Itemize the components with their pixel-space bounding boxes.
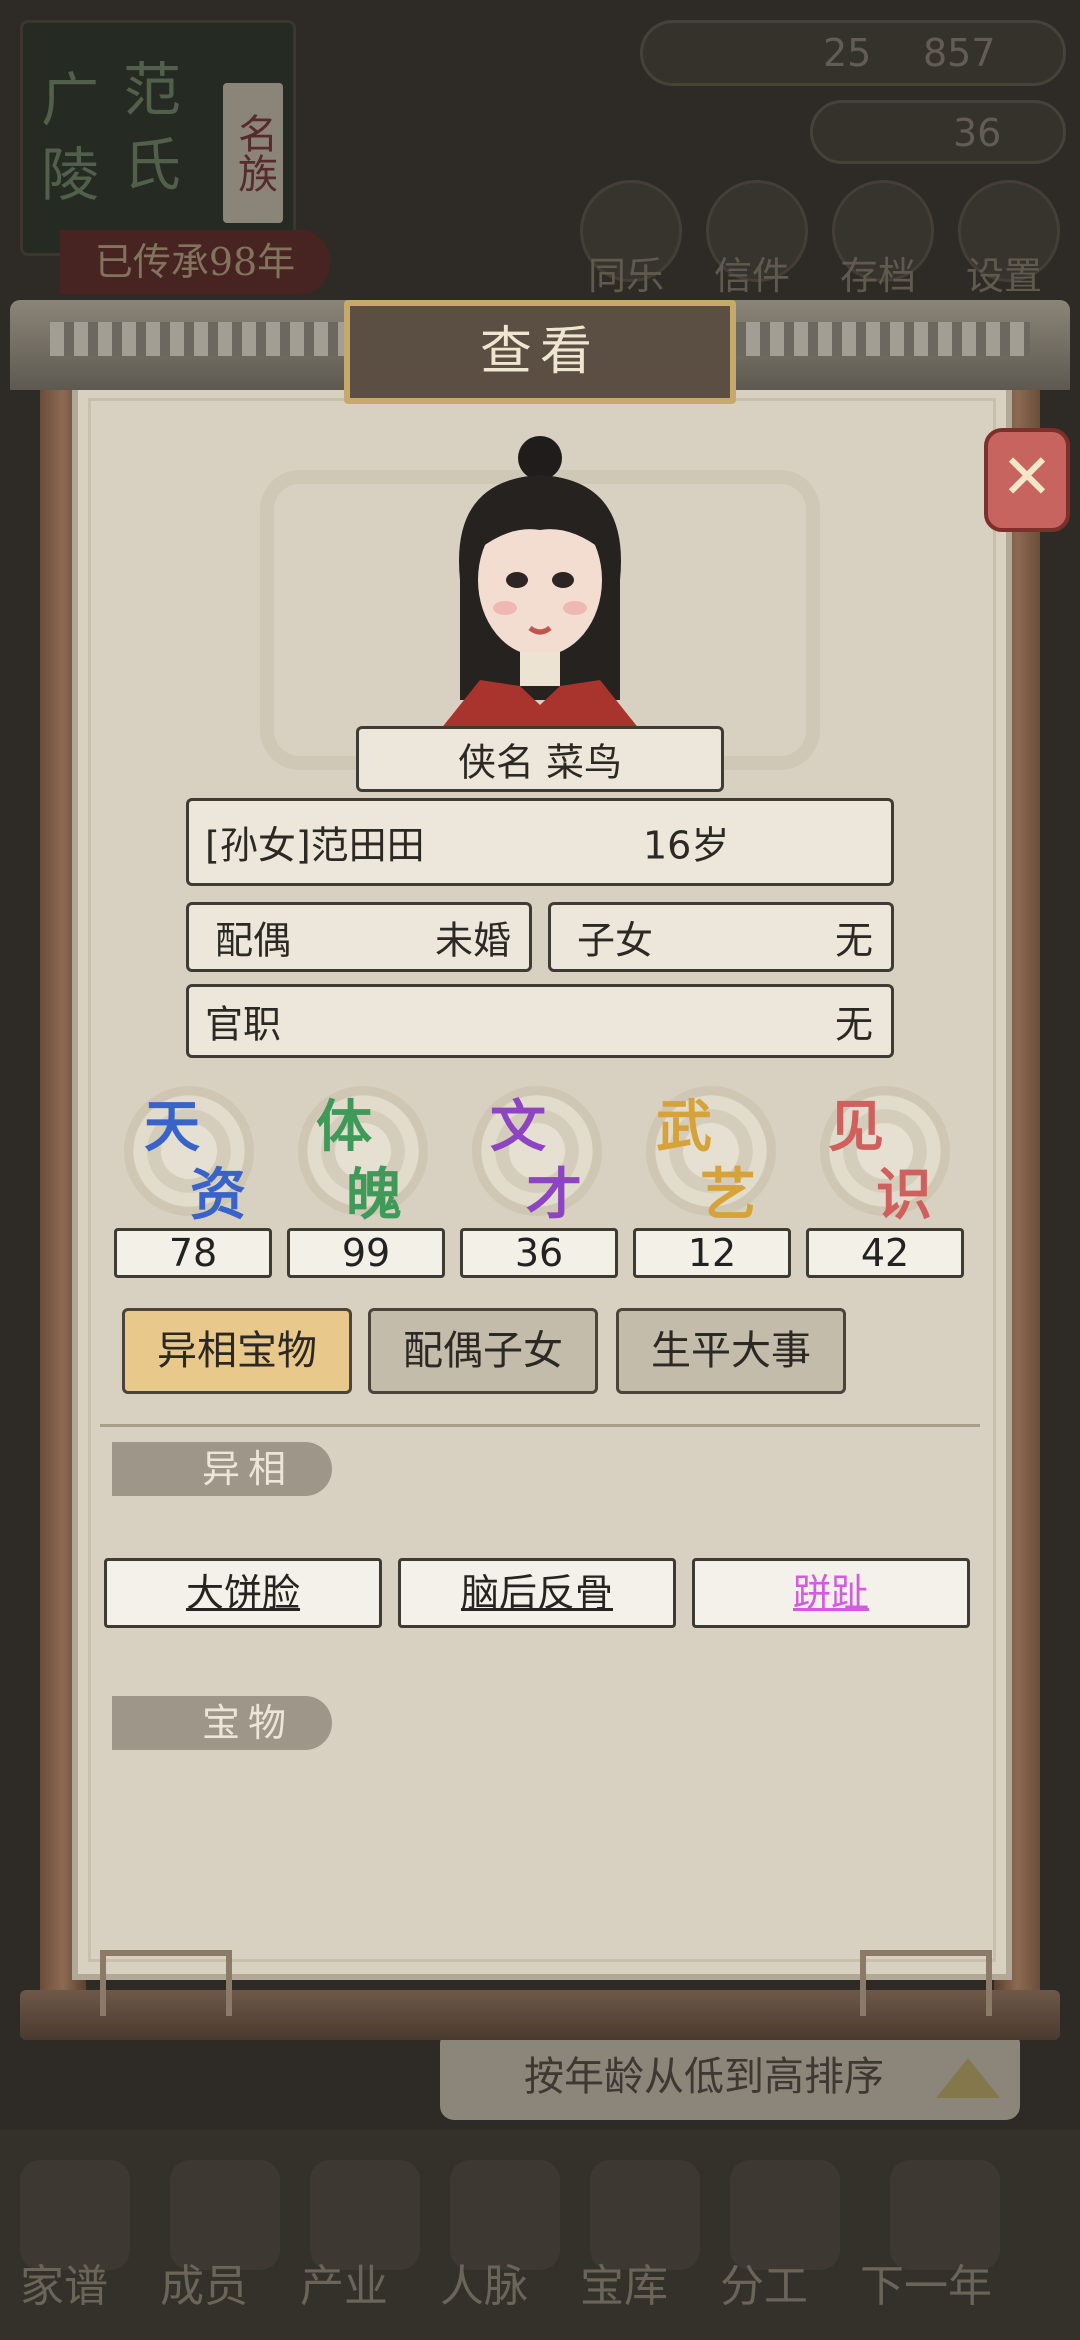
tab-traits-treasures[interactable]: 异相宝物 — [122, 1308, 352, 1394]
nav-property[interactable]: 产业 — [300, 2250, 388, 2314]
clan-region-char-2: 陵 — [41, 141, 100, 209]
fence-decoration-right — [860, 1950, 992, 2016]
trait-chip-2[interactable]: 脑后反骨 — [398, 1558, 676, 1628]
stat-martial-label-bottom: 艺 — [700, 1162, 756, 1228]
alias-field: 侠名 菜鸟 — [356, 726, 724, 792]
nav-family-tree[interactable]: 家谱 — [20, 2250, 108, 2314]
identity-field: [孙女]范田田 16岁 — [186, 798, 894, 886]
stat-physique-value: 99 — [287, 1228, 445, 1278]
sort-triangle-icon — [936, 2058, 1000, 2098]
character-portrait — [440, 436, 640, 730]
gold-pill: 36 — [810, 100, 1066, 164]
currency-right-value: 857 — [923, 31, 996, 75]
stat-talent-label-bottom: 资 — [190, 1162, 246, 1228]
currency-pill: 25 857 — [640, 20, 1066, 86]
dialog-title-plaque: 查看 — [344, 300, 736, 404]
office-field: 官职 无 — [186, 984, 894, 1058]
nav-next-year[interactable]: 下一年 — [860, 2250, 992, 2314]
close-icon: ✕ — [1001, 440, 1053, 513]
clan-lineage-banner: 已传承98年 — [60, 230, 330, 294]
alias-text: 侠名 菜鸟 — [457, 740, 623, 785]
clan-name-char-1: 范 — [123, 56, 182, 124]
stat-insight-label-bottom: 识 — [876, 1162, 932, 1228]
clan-book[interactable]: 广 陵 范 氏 名族 — [20, 20, 296, 256]
office-label: 官职 — [205, 1002, 282, 1047]
character-name: [孙女]范田田 — [205, 823, 425, 868]
spouse-label: 配偶 — [215, 918, 292, 963]
nav-members[interactable]: 成员 — [160, 2250, 248, 2314]
section-header-treasures: 宝物 — [112, 1696, 332, 1750]
top-menu-label-1: 同乐 — [588, 254, 665, 298]
section-header-traits: 异相 — [112, 1442, 332, 1496]
nav-network[interactable]: 人脉 — [440, 2250, 528, 2314]
sort-label: 按年龄从低到高排序 — [524, 2054, 884, 2100]
clan-name-char-2: 氏 — [123, 131, 182, 199]
top-menu-label-4: 设置 — [966, 254, 1043, 298]
stat-insight-value: 42 — [806, 1228, 964, 1278]
character-age: 16岁 — [643, 823, 730, 868]
children-value: 无 — [834, 918, 873, 963]
currency-left-value: 25 — [823, 31, 872, 75]
stat-literacy-label-bottom: 才 — [526, 1162, 582, 1228]
trait-chip-1[interactable]: 大饼脸 — [104, 1558, 382, 1628]
top-menu-label-2: 信件 — [714, 254, 791, 298]
nav-treasury[interactable]: 宝库 — [580, 2250, 668, 2314]
stat-talent-value: 78 — [114, 1228, 272, 1278]
top-menu-label-3: 存档 — [840, 254, 917, 298]
spouse-value: 未婚 — [434, 918, 511, 963]
fence-decoration-left — [100, 1950, 232, 2016]
spouse-field: 配偶 未婚 — [186, 902, 532, 972]
trait-chip-3[interactable]: 跰趾 — [692, 1558, 970, 1628]
nav-assignment[interactable]: 分工 — [720, 2250, 808, 2314]
section-divider — [100, 1424, 980, 1427]
dialog-title: 查看 — [479, 322, 600, 382]
clan-rank-badge: 名族 — [223, 83, 283, 223]
stat-literacy-value: 36 — [460, 1228, 618, 1278]
stat-physique-label-bottom: 魄 — [346, 1162, 402, 1228]
sort-button[interactable]: 按年龄从低到高排序 — [440, 2030, 1020, 2120]
clan-region-char-1: 广 — [41, 66, 100, 134]
office-value: 无 — [834, 1002, 873, 1047]
tab-life-events[interactable]: 生平大事 — [616, 1308, 846, 1394]
close-button[interactable]: ✕ — [984, 428, 1070, 532]
gold-value: 36 — [953, 111, 1002, 155]
tab-spouse-children[interactable]: 配偶子女 — [368, 1308, 598, 1394]
stat-martial-value: 12 — [633, 1228, 791, 1278]
children-label: 子女 — [577, 918, 654, 963]
children-field: 子女 无 — [548, 902, 894, 972]
